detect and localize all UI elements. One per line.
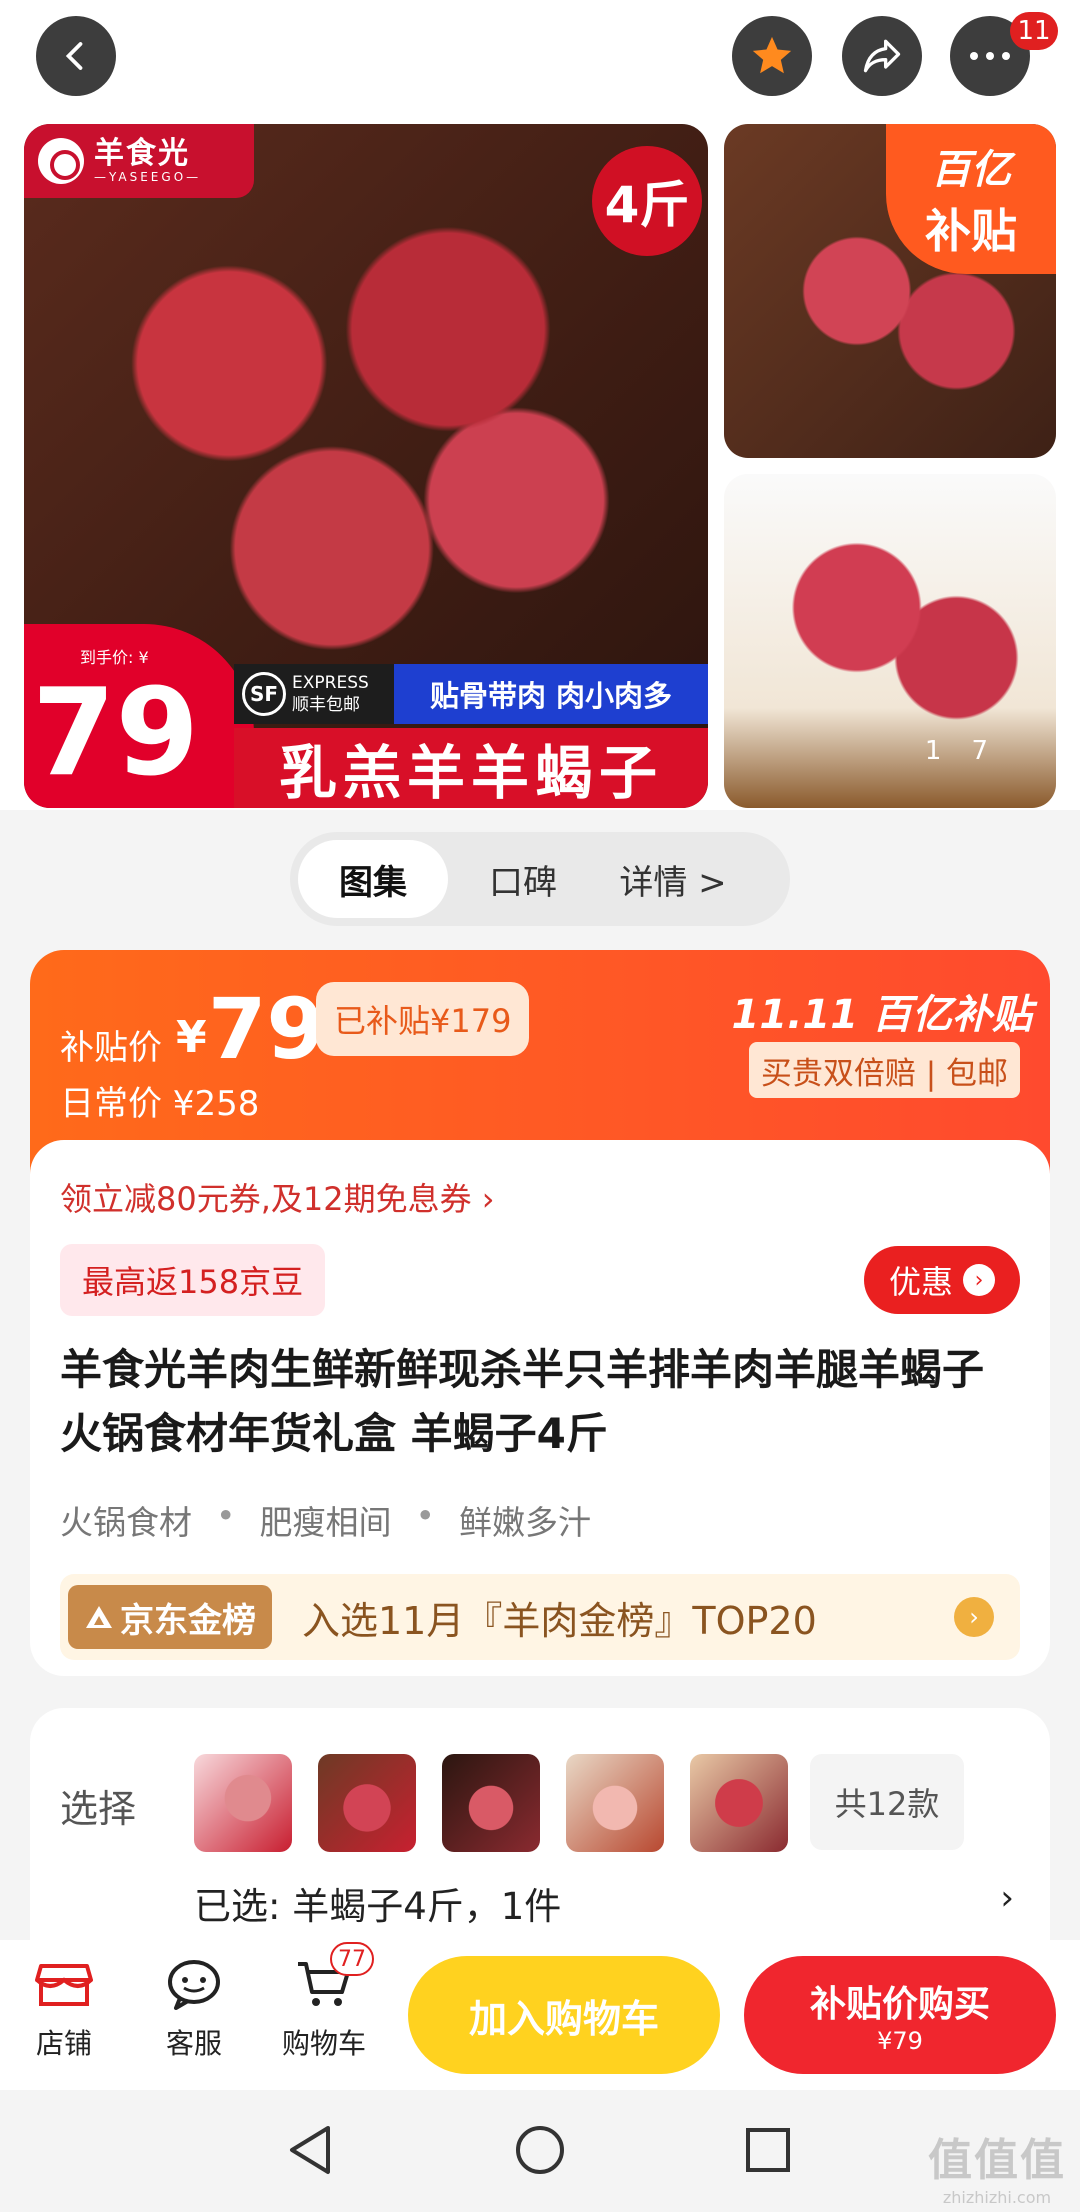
- nav-recents-button[interactable]: [738, 2120, 798, 2180]
- image-counter: 17: [924, 736, 1018, 766]
- coupon-link[interactable]: 领立减80元券,及12期免息券 ›: [60, 1174, 495, 1220]
- ram-icon: [38, 138, 84, 184]
- gallery-thumb-1[interactable]: 百亿 补贴: [724, 124, 1056, 458]
- variant-thumbnails: [194, 1754, 788, 1852]
- product-gallery[interactable]: 羊食光 —YASEEGO— 4斤 到手价: ¥ 79 SF EXPRESS 顺丰…: [0, 0, 1080, 810]
- subsidy-badge: 百亿 补贴: [886, 124, 1056, 274]
- share-button[interactable]: [842, 16, 922, 96]
- share-icon: [863, 39, 901, 73]
- guarantee-badge[interactable]: 买贵双倍赔 | 包邮: [748, 1042, 1020, 1098]
- subsidy-price: 79: [208, 980, 325, 1078]
- product-tags: 火锅食材 • 肥瘦相间 • 鲜嫩多汁: [60, 1496, 591, 1544]
- variant-count[interactable]: 共12款: [810, 1754, 964, 1850]
- buy-now-button[interactable]: 补贴价购买 ¥79: [744, 1956, 1056, 2074]
- tag-item: 火锅食材: [60, 1503, 192, 1542]
- tag-item: 鲜嫩多汁: [458, 1503, 591, 1542]
- variant-selector[interactable]: 选择 共12款 已选: 羊蝎子4斤，1件 ›: [30, 1708, 1050, 1948]
- triangle-icon: [86, 1606, 112, 1628]
- variant-thumb[interactable]: [194, 1754, 292, 1852]
- ranking-banner[interactable]: 京东金榜 入选11月『羊肉金榜』TOP20 ›: [60, 1574, 1020, 1660]
- product-title: 羊食光羊肉生鲜新鲜现杀半只羊排羊肉羊腿羊蝎子火锅食材年货礼盒 羊蝎子4斤: [60, 1345, 985, 1458]
- variant-thumb[interactable]: [690, 1754, 788, 1852]
- variant-label: 选择: [60, 1787, 137, 1831]
- variant-thumb[interactable]: [318, 1754, 416, 1852]
- sf-express-text: EXPRESS: [292, 673, 369, 693]
- gallery-thumb-2[interactable]: 17: [724, 474, 1056, 808]
- deal-button[interactable]: 优惠 ›: [864, 1246, 1020, 1314]
- add-to-cart-button[interactable]: 加入购物车: [408, 1956, 720, 2074]
- triangle-back-icon: [290, 2126, 330, 2174]
- store-icon: [35, 1964, 93, 2006]
- selected-variant: 已选: 羊蝎子4斤，1件: [194, 1885, 562, 1928]
- main-product-image[interactable]: 羊食光 —YASEEGO— 4斤 到手价: ¥ 79 SF EXPRESS 顺丰…: [24, 124, 708, 808]
- back-button[interactable]: [36, 16, 116, 96]
- chat-icon: [168, 1960, 220, 2010]
- buy-button-price: ¥79: [877, 2027, 923, 2055]
- tab-details[interactable]: 详情 >: [598, 840, 748, 918]
- chevron-right-icon[interactable]: ›: [1000, 1878, 1014, 1918]
- brand-logo: 羊食光 —YASEEGO—: [24, 124, 254, 198]
- tag-separator: •: [415, 1496, 435, 1535]
- service-button[interactable]: 客服: [144, 1952, 244, 2062]
- ranking-text: 入选11月『羊肉金榜』TOP20: [302, 1598, 817, 1643]
- tag-separator: •: [216, 1496, 236, 1535]
- product-banner: 乳羔羊羊蝎子: [234, 728, 708, 808]
- sf-express-badge: SF EXPRESS 顺丰包邮: [234, 664, 394, 724]
- variant-thumb[interactable]: [566, 1754, 664, 1852]
- deal-label: 优惠: [888, 1263, 953, 1301]
- product-info-card: 领立减80元券,及12期免息券 › 最高返158京豆 优惠 › 羊食光羊肉生鲜新…: [30, 1140, 1050, 1676]
- star-icon: [752, 36, 792, 74]
- hand-price-value: 79: [32, 664, 199, 803]
- sf-shipping-text: 顺丰包邮: [292, 695, 360, 715]
- watermark: 值值值 zhizhizhi.com: [928, 2135, 1066, 2207]
- tab-reviews[interactable]: 口碑: [448, 840, 598, 918]
- chevron-right-icon: ›: [963, 1264, 995, 1296]
- weight-badge: 4斤: [592, 146, 702, 256]
- subsidy-price-label: 补贴价: [60, 1028, 162, 1068]
- tag-item: 肥瘦相间: [259, 1503, 392, 1542]
- brand-name: 羊食光: [94, 136, 190, 171]
- store-label: 店铺: [35, 2027, 92, 2060]
- chevron-right-icon: ›: [954, 1597, 994, 1637]
- ranking-logo: 京东金榜: [68, 1585, 272, 1649]
- variant-thumb[interactable]: [442, 1754, 540, 1852]
- cart-label: 购物车: [281, 2027, 366, 2060]
- more-dots-icon: [970, 52, 1010, 60]
- subsidized-amount: 已补贴¥179: [316, 982, 530, 1056]
- cart-count-badge: 77: [330, 1942, 374, 1976]
- sf-logo-icon: SF: [242, 672, 286, 716]
- promo-strip: SF EXPRESS 顺丰包邮 贴骨带肉 肉小肉多: [234, 664, 708, 724]
- currency-symbol: ¥: [176, 1012, 207, 1063]
- beans-reward-tag: 最高返158京豆: [60, 1244, 326, 1316]
- promo-text: 贴骨带肉 肉小肉多: [394, 664, 708, 724]
- system-navigation-bar: [0, 2090, 1080, 2212]
- nav-back-button[interactable]: [280, 2120, 340, 2180]
- brand-name-en: —YASEEGO—: [94, 170, 202, 184]
- store-button[interactable]: 店铺: [14, 1952, 114, 2062]
- bottom-action-bar: 店铺 客服 购物车 77 加入购物车 补贴价购买 ¥79: [0, 1940, 1080, 2090]
- buy-button-label: 补贴价购买: [809, 1984, 990, 2025]
- content-tabs: 图集 口碑 详情 >: [290, 832, 790, 926]
- favorite-button[interactable]: [732, 16, 812, 96]
- tab-gallery[interactable]: 图集: [298, 840, 448, 918]
- service-label: 客服: [165, 2027, 222, 2060]
- notification-badge: 11: [1010, 12, 1058, 50]
- nav-home-button[interactable]: [510, 2120, 570, 2180]
- chevron-left-icon: [65, 42, 83, 70]
- circle-home-icon: [516, 2126, 564, 2174]
- square-recents-icon: [746, 2128, 790, 2172]
- campaign-logo[interactable]: 11.11 百亿补贴: [732, 982, 1032, 1040]
- regular-price: 日常价 ¥258: [60, 1084, 260, 1124]
- hand-price-stamp: 到手价: ¥ 79: [24, 624, 254, 808]
